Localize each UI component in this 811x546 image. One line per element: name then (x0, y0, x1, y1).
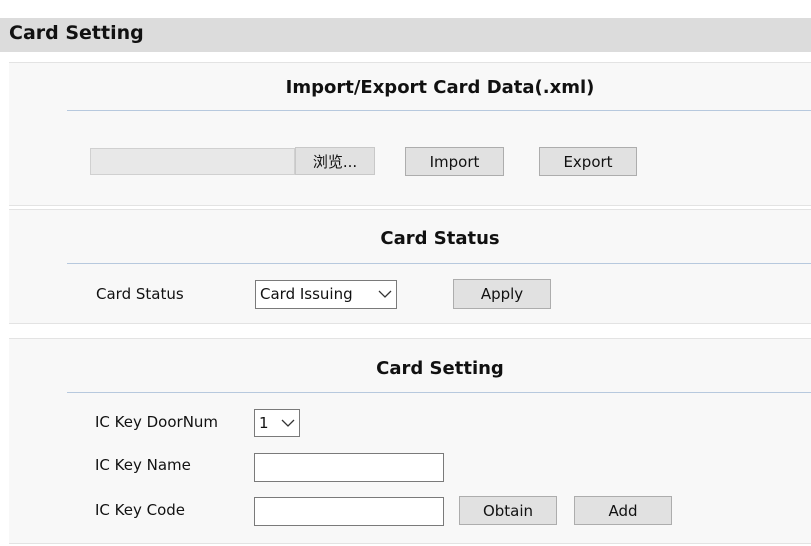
key-code-label: IC Key Code (95, 501, 186, 519)
import-export-panel: Import/Export Card Data(.xml) 浏览... Impo… (9, 62, 811, 206)
obtain-button[interactable]: Obtain (459, 496, 557, 525)
card-setting-panel: Card Setting IC Key DoorNum 1 IC Key Nam… (9, 338, 811, 544)
door-num-select[interactable]: 1 (254, 409, 300, 437)
card-status-select[interactable]: Card Issuing (255, 280, 397, 309)
import-button[interactable]: Import (405, 147, 504, 176)
add-button[interactable]: Add (574, 496, 672, 525)
apply-button[interactable]: Apply (453, 279, 551, 309)
file-path-field[interactable] (90, 148, 295, 175)
import-export-title: Import/Export Card Data(.xml) (285, 77, 595, 98)
door-num-label: IC Key DoorNum (95, 413, 219, 431)
export-button[interactable]: Export (539, 147, 637, 176)
card-status-value: Card Issuing (260, 285, 353, 303)
key-code-input[interactable] (254, 497, 444, 526)
section-divider (67, 263, 811, 264)
page-header: Card Setting (0, 18, 811, 52)
page-title: Card Setting (9, 22, 144, 44)
key-name-label: IC Key Name (95, 456, 191, 474)
key-name-input[interactable] (254, 453, 444, 482)
card-status-title: Card Status (380, 228, 500, 249)
card-status-label: Card Status (96, 285, 184, 303)
door-num-value: 1 (259, 414, 269, 432)
card-setting-title: Card Setting (376, 358, 504, 379)
browse-button[interactable]: 浏览... (295, 147, 375, 175)
chevron-down-icon (281, 419, 295, 427)
section-divider (67, 110, 811, 111)
card-status-panel: Card Status Card Status Card Issuing App… (9, 209, 811, 324)
section-divider (67, 392, 811, 393)
chevron-down-icon (378, 290, 392, 298)
